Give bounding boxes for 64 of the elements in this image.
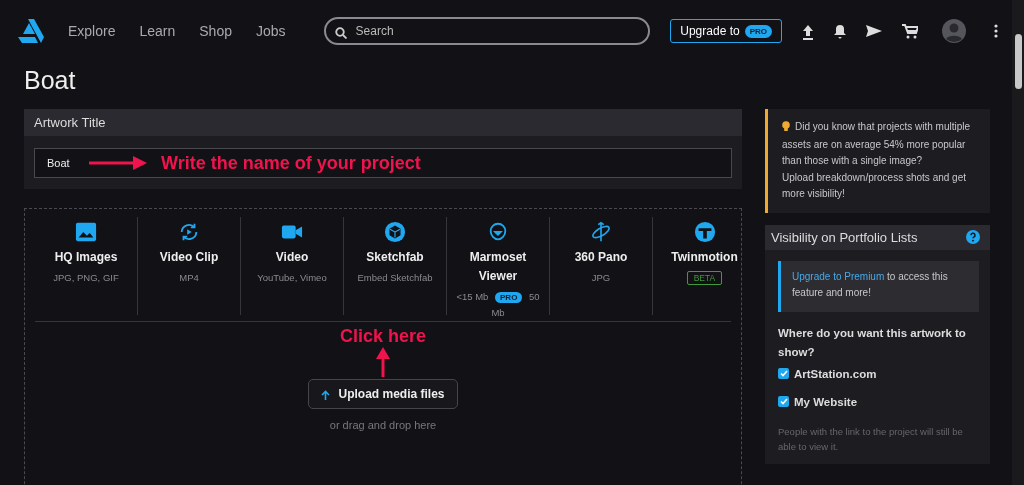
visibility-note: People with the link to the project will still be able to view it. bbox=[778, 424, 964, 454]
drop-hint: or drag and drop here bbox=[329, 419, 437, 431]
beta-tag: BETA bbox=[686, 271, 723, 285]
media-type-option[interactable]: HQ Images JPG, PNG, GIF bbox=[35, 217, 138, 315]
cube-icon bbox=[384, 221, 406, 243]
cart-icon[interactable] bbox=[902, 23, 918, 39]
logo-icon[interactable] bbox=[18, 19, 44, 43]
more-icon[interactable] bbox=[994, 24, 998, 38]
upgrade-link[interactable]: Upgrade to Premium bbox=[792, 270, 885, 282]
orbit-icon bbox=[590, 221, 612, 243]
pro-badge: PRO bbox=[744, 24, 772, 38]
nav-link[interactable]: Shop bbox=[199, 23, 232, 39]
arrow-annotation bbox=[376, 347, 390, 377]
twinmotion-icon bbox=[693, 221, 716, 243]
media-type-formats: JPG, PNG, GIF bbox=[53, 271, 119, 285]
media-type-formats: JPG bbox=[591, 271, 611, 285]
media-type-name: HQ Images bbox=[54, 249, 118, 266]
upgrade-button[interactable]: Upgrade to PRO bbox=[670, 19, 782, 43]
media-type-name: Twinmotion bbox=[671, 249, 738, 266]
pro-badge: PRO bbox=[495, 292, 523, 303]
checkbox-label: ArtStation.com bbox=[794, 367, 877, 380]
video-clip-icon bbox=[178, 221, 200, 243]
media-type-name: Sketchfab bbox=[366, 249, 424, 266]
arrow-up-icon bbox=[321, 389, 331, 399]
checkbox[interactable] bbox=[778, 368, 789, 379]
checkbox[interactable] bbox=[778, 396, 789, 407]
help-icon[interactable] bbox=[966, 230, 980, 244]
panel-heading: Visibility on Portfolio Lists bbox=[771, 229, 918, 245]
annotation-text: Click here bbox=[339, 326, 426, 347]
media-type-formats: Embed Sketchfab bbox=[357, 271, 433, 285]
checkbox-label: My Website bbox=[794, 395, 858, 408]
media-type-formats: YouTube, Vimeo bbox=[257, 271, 327, 285]
nav-link[interactable]: Learn bbox=[139, 23, 176, 39]
panel-heading: Artwork Title bbox=[24, 109, 742, 136]
arrow-annotation bbox=[89, 156, 147, 170]
annotation-text: Write the name of your project bbox=[161, 152, 421, 174]
search-icon bbox=[334, 25, 347, 37]
image-icon bbox=[75, 221, 97, 243]
media-type-name: Video bbox=[275, 249, 309, 266]
media-type-option[interactable]: Marmoset Viewer <15 Mb PRO 50 Mb bbox=[447, 217, 550, 315]
media-type-name: Video Clip bbox=[159, 249, 219, 266]
upsell-message: Upgrade to Premium to access this feature and more! bbox=[778, 260, 979, 312]
nav-link[interactable]: Explore bbox=[68, 23, 116, 39]
title-input[interactable]: Boat bbox=[45, 156, 75, 170]
upload-button[interactable]: Upload media files bbox=[308, 379, 458, 409]
page-title: Boat bbox=[24, 66, 77, 95]
media-type-option[interactable]: Video Clip MP4 bbox=[138, 217, 241, 315]
tip-text: Upload breakdown/process shots and get more visibility! bbox=[782, 170, 967, 201]
avatar[interactable] bbox=[942, 19, 966, 43]
media-type-option[interactable]: Sketchfab Embed Sketchfab bbox=[344, 217, 447, 315]
media-type-name: 360 Pano bbox=[574, 249, 628, 266]
media-type-option[interactable]: Twinmotion BETA bbox=[653, 217, 756, 315]
tip-text: Did you know that projects with multiple assets are on average 54% more popular than those with a single image? bbox=[782, 119, 972, 168]
nav-link[interactable]: Jobs bbox=[256, 23, 286, 39]
marmoset-icon bbox=[487, 221, 509, 243]
bell-icon[interactable] bbox=[834, 23, 846, 39]
media-type-name: Marmoset Viewer bbox=[468, 249, 528, 285]
media-type-formats: MP4 bbox=[179, 271, 199, 285]
scrollbar[interactable] bbox=[1012, 0, 1024, 485]
media-type-option[interactable]: Video YouTube, Vimeo bbox=[241, 217, 344, 315]
send-icon[interactable] bbox=[866, 24, 882, 38]
media-type-option[interactable]: 360 Pano JPG bbox=[550, 217, 653, 315]
visibility-question: Where do you want this artwork to show? bbox=[778, 325, 967, 360]
search-field[interactable]: Search bbox=[323, 17, 650, 45]
